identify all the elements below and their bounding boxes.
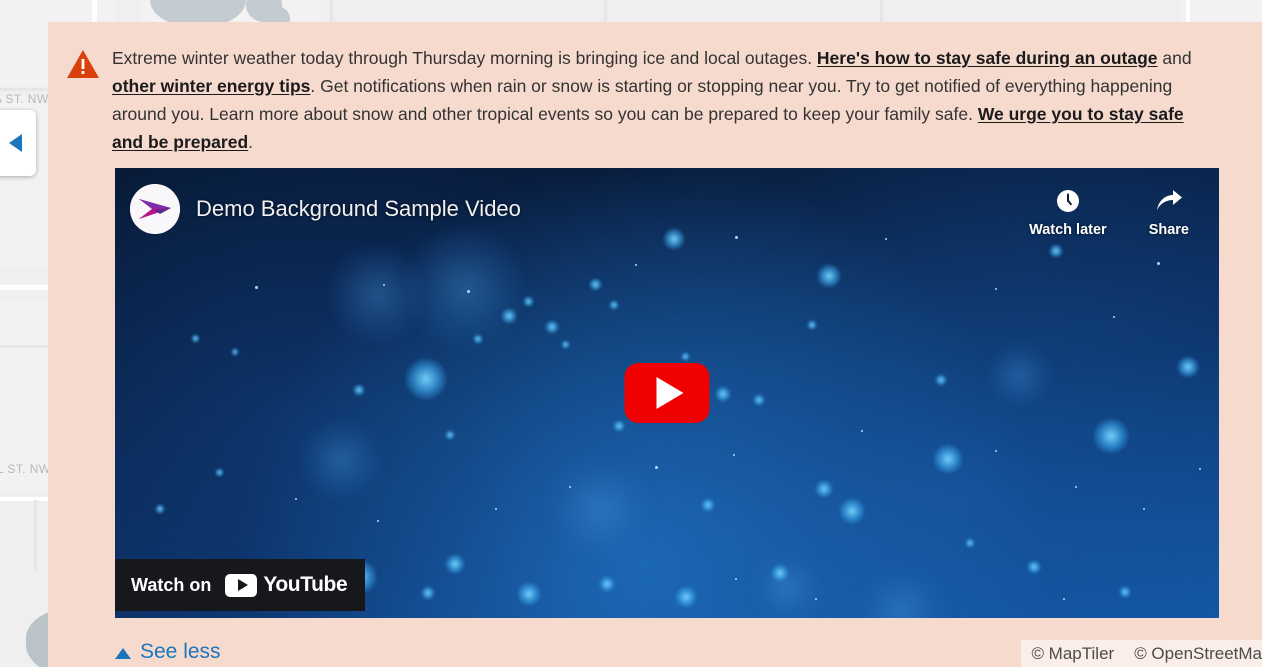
- see-less-toggle[interactable]: See less: [115, 640, 221, 664]
- warning-triangle-icon: [66, 49, 100, 79]
- map-attribution: © MapTiler © OpenStreetMa: [1021, 640, 1262, 667]
- chevron-left-icon: [8, 134, 22, 152]
- youtube-wordmark: YouTube: [263, 573, 348, 596]
- alert-segment-text: .: [248, 132, 254, 152]
- video-actions: Watch later Share: [1029, 184, 1189, 238]
- video-player[interactable]: Demo Background Sample Video Watch later: [115, 168, 1219, 618]
- clock-icon: [1056, 190, 1079, 212]
- sidebar-collapse-toggle[interactable]: [0, 110, 36, 176]
- see-less-label: See less: [140, 640, 221, 663]
- play-button[interactable]: [624, 363, 710, 423]
- map-label: A ST. NW: [0, 92, 49, 106]
- video-title-group: Demo Background Sample Video: [130, 184, 521, 234]
- alert-link-stay-safe-outage[interactable]: Here's how to stay safe during an outage: [817, 48, 1158, 68]
- alert-segment-text: and: [1157, 48, 1192, 68]
- alert-message-text: Extreme winter weather today through Thu…: [112, 44, 1210, 156]
- share-button[interactable]: Share: [1149, 188, 1189, 238]
- youtube-play-glyph: [237, 579, 248, 591]
- alert-message-row: Extreme winter weather today through Thu…: [48, 44, 1262, 156]
- video-top-bar: Demo Background Sample Video Watch later: [115, 168, 1219, 264]
- map-road: [34, 500, 37, 570]
- youtube-badge-icon: [225, 573, 258, 597]
- share-arrow-icon: [1156, 190, 1182, 210]
- watch-on-youtube-button[interactable]: Watch on YouTube: [115, 559, 366, 611]
- attribution-maptiler[interactable]: © MapTiler: [1031, 644, 1114, 664]
- attribution-openstreetmap[interactable]: © OpenStreetMa: [1134, 644, 1262, 664]
- app-root: L A AV DY N A ST. NW RL ST. NW Extreme w…: [0, 0, 1262, 667]
- weather-alert-banner: Extreme winter weather today through Thu…: [48, 22, 1262, 667]
- share-label: Share: [1148, 222, 1189, 238]
- watch-on-label: Watch on: [131, 574, 212, 595]
- alert-segment-text: Extreme winter weather today through Thu…: [112, 48, 817, 68]
- alert-link-winter-energy-tips[interactable]: other winter energy tips: [112, 76, 310, 96]
- play-icon: [656, 377, 684, 409]
- channel-logo-icon[interactable]: [130, 184, 180, 234]
- watch-later-button[interactable]: Watch later: [1029, 188, 1107, 238]
- youtube-icon: YouTube: [225, 573, 348, 597]
- map-label: RL ST. NW: [0, 462, 51, 476]
- video-title[interactable]: Demo Background Sample Video: [196, 196, 521, 222]
- triangle-up-icon: [115, 647, 131, 659]
- watch-later-label: Watch later: [1029, 222, 1107, 238]
